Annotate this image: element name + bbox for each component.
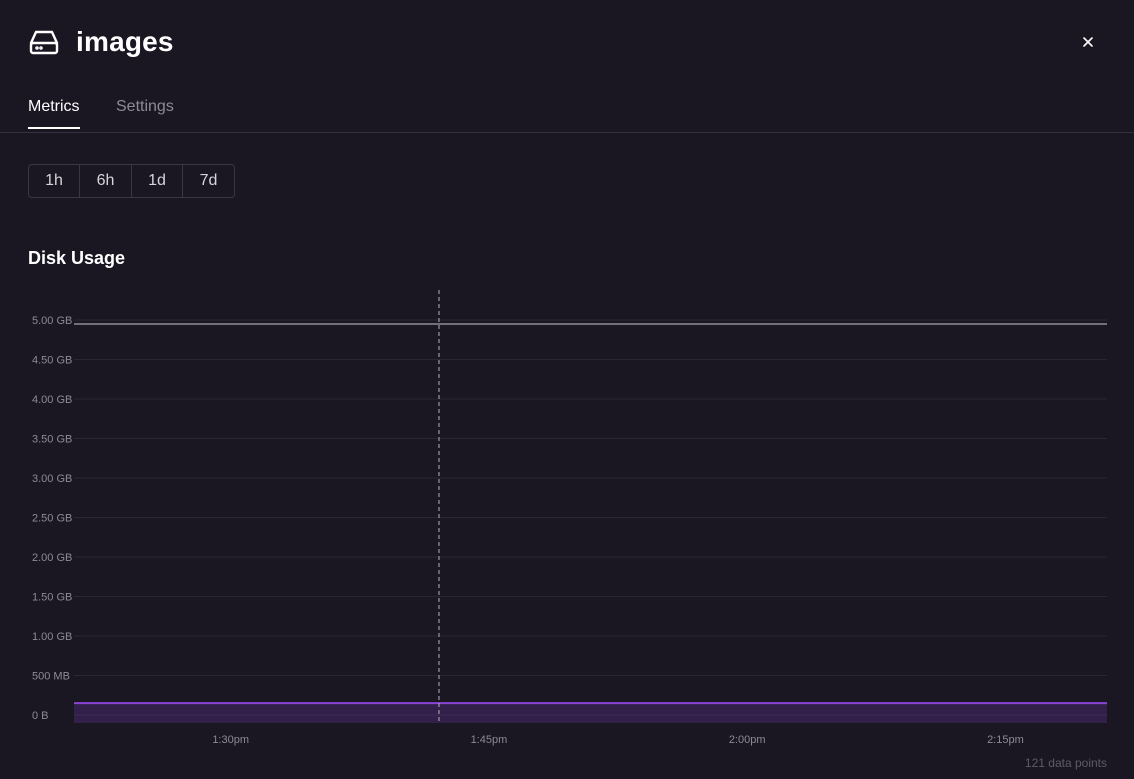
hard-drive-icon — [28, 26, 60, 58]
y-tick-label: 4.50 GB — [32, 355, 72, 367]
y-tick-label: 2.50 GB — [32, 513, 72, 525]
disk-usage-chart[interactable]: 0 B 500 MB 1.00 GB 1.50 GB 2.00 GB 2.50 GB 3.0… — [0, 280, 1134, 779]
close-button[interactable] — [1078, 32, 1098, 52]
y-tick-label: 5.00 GB — [32, 315, 72, 327]
panel-header: images — [28, 24, 174, 60]
x-tick-label: 1:45pm — [471, 734, 508, 746]
y-tick-label: 4.00 GB — [32, 394, 72, 406]
y-tick-label: 1.00 GB — [32, 631, 72, 643]
time-range-selector: 1h 6h 1d 7d — [28, 164, 235, 198]
y-tick-label: 1.50 GB — [32, 592, 72, 604]
y-tick-label: 500 MB — [32, 671, 70, 683]
tab-metrics[interactable]: Metrics — [28, 98, 80, 129]
range-6h-button[interactable]: 6h — [80, 165, 132, 197]
x-tick-label: 2:00pm — [729, 734, 766, 746]
volume-panel: images Metrics Settings 1h 6h 1d 7d Disk… — [0, 0, 1134, 779]
y-tick-label: 3.50 GB — [32, 434, 72, 446]
tab-bar: Metrics Settings — [0, 92, 1134, 133]
range-1h-button[interactable]: 1h — [29, 165, 80, 197]
x-tick-label: 2:15pm — [987, 734, 1024, 746]
close-icon — [1083, 37, 1093, 47]
data-points-count: 121 data points — [1024, 756, 1107, 770]
chart-title: Disk Usage — [28, 248, 126, 268]
y-tick-label: 3.00 GB — [32, 473, 72, 485]
series-area — [74, 703, 1107, 723]
page-title: images — [76, 26, 174, 57]
x-tick-label: 1:30pm — [212, 734, 249, 746]
y-tick-label: 0 B — [32, 710, 49, 722]
range-7d-button[interactable]: 7d — [183, 165, 234, 197]
tab-settings[interactable]: Settings — [116, 98, 174, 128]
y-tick-label: 2.00 GB — [32, 552, 72, 564]
range-1d-button[interactable]: 1d — [132, 165, 183, 197]
